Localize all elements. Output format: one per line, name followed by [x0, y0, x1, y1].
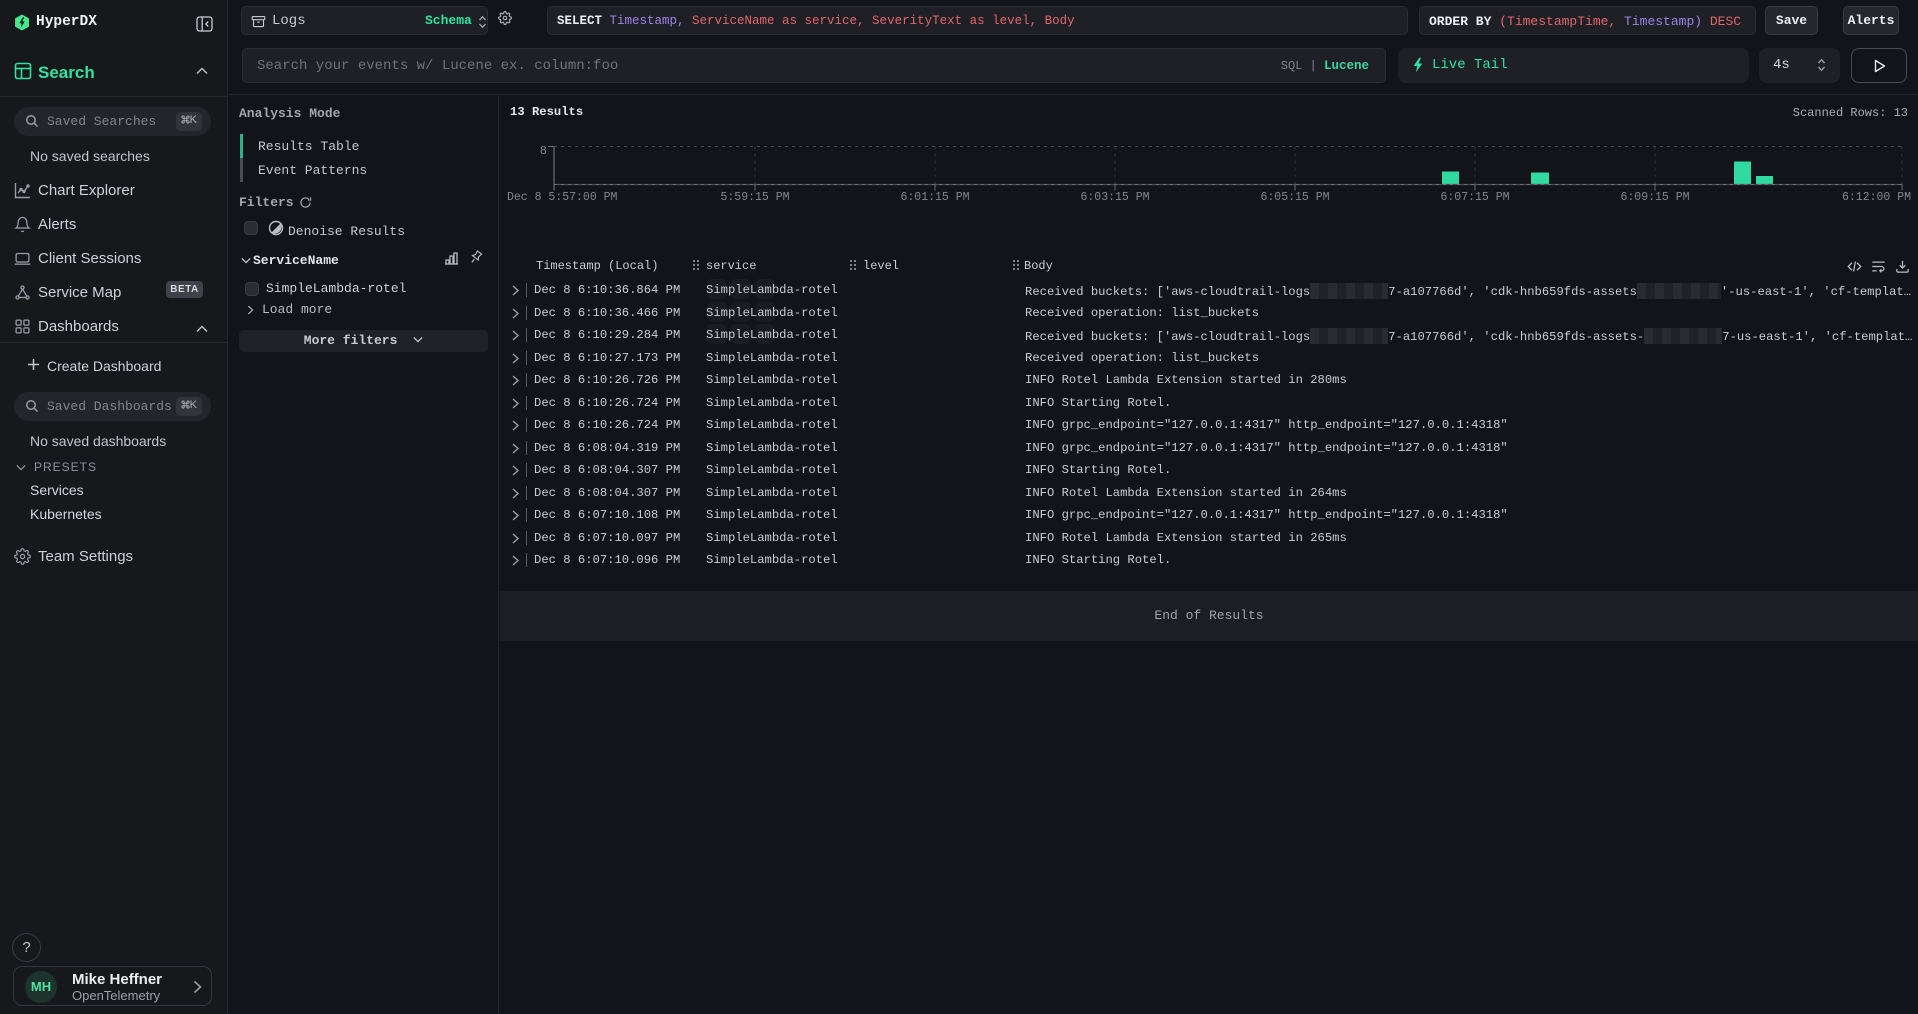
- svg-text:5:59:15 PM: 5:59:15 PM: [720, 191, 789, 204]
- svg-text:6:07:15 PM: 6:07:15 PM: [1440, 191, 1509, 204]
- svg-text:6:01:15 PM: 6:01:15 PM: [900, 191, 969, 204]
- svg-text:8: 8: [540, 144, 547, 158]
- svg-text:Dec 8 5:57:00 PM: Dec 8 5:57:00 PM: [507, 191, 618, 204]
- svg-text:6:03:15 PM: 6:03:15 PM: [1080, 191, 1149, 204]
- svg-text:6:09:15 PM: 6:09:15 PM: [1620, 191, 1689, 204]
- svg-text:6:05:15 PM: 6:05:15 PM: [1260, 191, 1329, 204]
- svg-text:6:12:00 PM: 6:12:00 PM: [1842, 191, 1911, 204]
